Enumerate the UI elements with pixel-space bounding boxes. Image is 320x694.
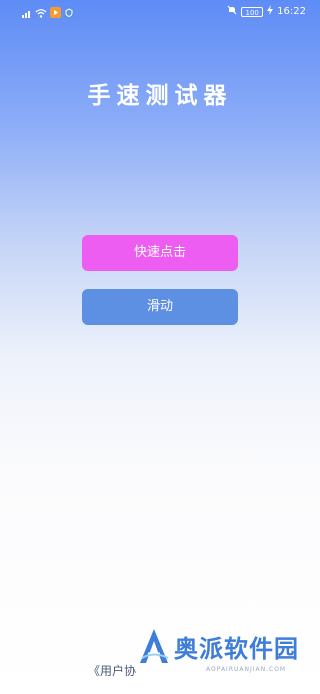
watermark-logo-icon (138, 627, 170, 671)
shield-app-icon (64, 3, 74, 22)
watermark-subtext: AOPAIRUANJIAN.COM (206, 666, 287, 673)
signal-icon (22, 3, 32, 22)
watermark-text: 奥派软件园 (174, 635, 299, 663)
page-title: 手速测试器 (87, 83, 233, 109)
status-time: 16:22 (277, 6, 306, 17)
battery-indicator: 100 (241, 6, 264, 17)
media-app-icon (50, 3, 61, 22)
mute-icon (227, 5, 237, 18)
status-left-icons (22, 6, 74, 18)
fast-click-button[interactable]: 快速点击 (82, 235, 238, 271)
wifi-icon (35, 3, 47, 22)
watermark: 奥派软件园 AOPAIRUANJIAN.COM (134, 625, 320, 685)
slide-button[interactable]: 滑动 (82, 289, 238, 325)
charging-icon (267, 5, 274, 18)
status-right: 100 16:22 (227, 5, 306, 18)
status-bar: 100 16:22 (0, 0, 320, 24)
user-agreement-link[interactable]: 《用户协 (88, 662, 136, 679)
